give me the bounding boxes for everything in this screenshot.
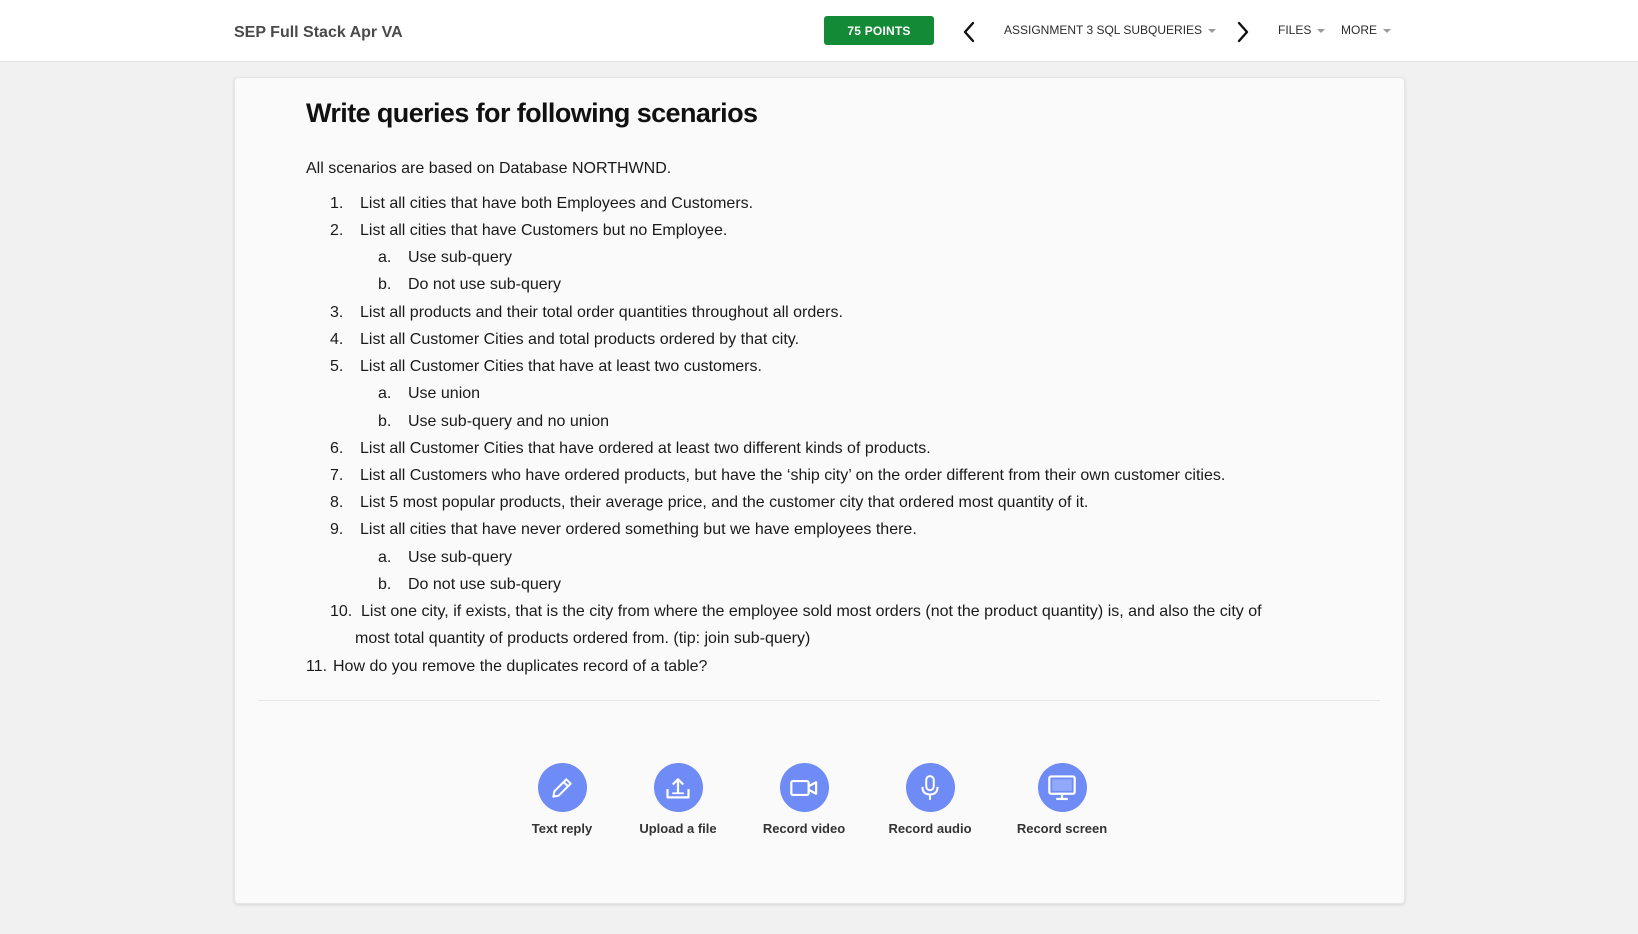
divider xyxy=(258,700,1380,701)
list-text: Use sub-query and no union xyxy=(408,413,610,430)
caret-down-icon xyxy=(1208,28,1217,33)
list-marker: 8. xyxy=(330,494,344,511)
list-marker: 1. xyxy=(330,195,344,212)
more-menu-label: MORE xyxy=(1341,23,1377,37)
record-video-button[interactable]: Record video xyxy=(754,763,854,836)
list-text: List all Customer Cities and total produ… xyxy=(360,331,800,348)
files-menu-label: FILES xyxy=(1278,23,1312,37)
list-marker: 2. xyxy=(330,222,344,239)
monitor-icon-circle xyxy=(1037,763,1087,812)
list-text: How do you remove the duplicates record … xyxy=(333,658,708,675)
assignment-menu[interactable]: ASSIGNMENT 3 SQL SUBQUERIES xyxy=(1004,23,1217,37)
record-audio-button[interactable]: Record audio xyxy=(880,763,980,836)
list-text: most total quantity of products ordered … xyxy=(355,630,811,647)
chevron-left-icon xyxy=(963,21,975,43)
list-marker: 11. xyxy=(306,658,328,675)
upload-file-button[interactable]: Upload a file xyxy=(628,763,728,836)
monitor-icon xyxy=(1048,774,1076,800)
caret-down-icon xyxy=(1317,28,1326,33)
list-marker: 4. xyxy=(330,331,344,348)
list-text: List all cities that have Customers but … xyxy=(360,222,728,239)
list-marker: a. xyxy=(378,549,392,566)
points-badge: 75 POINTS xyxy=(824,16,934,45)
previous-assignment-button[interactable] xyxy=(956,18,982,46)
microphone-icon xyxy=(921,774,939,800)
more-menu[interactable]: MORE xyxy=(1341,23,1391,37)
next-assignment-button[interactable] xyxy=(1230,18,1256,46)
action-label: Upload a file xyxy=(639,821,717,836)
list-text: Do not use sub-query xyxy=(408,576,561,593)
video-camera-icon xyxy=(790,779,818,796)
course-title[interactable]: SEP Full Stack Apr VA xyxy=(234,24,403,42)
upload-icon-circle xyxy=(653,763,703,812)
list-text: Do not use sub-query xyxy=(408,276,561,293)
list-text: List all cities that have both Employees… xyxy=(360,195,754,212)
caret-down-icon xyxy=(1383,28,1391,33)
list-marker: b. xyxy=(378,576,392,593)
list-text: List one city, if exists, that is the ci… xyxy=(361,603,1262,620)
list-marker: a. xyxy=(378,249,392,266)
action-label: Record audio xyxy=(888,821,972,836)
list-text: Use sub-query xyxy=(408,249,513,266)
list-text: List 5 most popular products, their aver… xyxy=(360,494,1089,511)
action-label: Record video xyxy=(762,821,846,836)
upload-icon xyxy=(666,777,690,798)
list-text: List all products and their total order … xyxy=(360,304,843,321)
top-bar: SEP Full Stack Apr VA 75 POINTS ASSIGNME… xyxy=(0,0,1638,62)
list-marker: 10. xyxy=(330,603,353,620)
intro-text: All scenarios are based on Database NORT… xyxy=(306,160,672,177)
page-title: Write queries for following scenarios xyxy=(306,98,758,128)
list-marker: 5. xyxy=(330,358,344,375)
list-text: List all cities that have never ordered … xyxy=(360,521,917,538)
list-marker: a. xyxy=(378,385,392,402)
assignment-menu-label: ASSIGNMENT 3 SQL SUBQUERIES xyxy=(1004,23,1203,37)
list-text: List all Customers who have ordered prod… xyxy=(360,467,1226,484)
microphone-icon-circle xyxy=(905,763,955,812)
text-reply-icon-circle xyxy=(537,763,587,812)
list-marker: 7. xyxy=(330,467,344,484)
action-label: Record screen xyxy=(1016,821,1108,836)
list-marker: b. xyxy=(378,276,392,293)
text-reply-button[interactable]: Text reply xyxy=(522,763,602,836)
list-marker: 6. xyxy=(330,440,344,457)
record-screen-button[interactable]: Record screen xyxy=(1012,763,1112,836)
action-label: Text reply xyxy=(531,821,593,836)
files-menu[interactable]: FILES xyxy=(1278,23,1326,37)
list-text: List all Customer Cities that have order… xyxy=(360,440,931,457)
pencil-icon xyxy=(552,777,572,798)
list-text: List all Customer Cities that have at le… xyxy=(360,358,762,375)
list-marker: b. xyxy=(378,413,392,430)
list-text: Use union xyxy=(408,385,481,402)
video-icon-circle xyxy=(779,763,829,812)
list-text: Use sub-query xyxy=(408,549,513,566)
chevron-right-icon xyxy=(1237,21,1249,43)
list-marker: 3. xyxy=(330,304,344,321)
list-marker: 9. xyxy=(330,521,344,538)
